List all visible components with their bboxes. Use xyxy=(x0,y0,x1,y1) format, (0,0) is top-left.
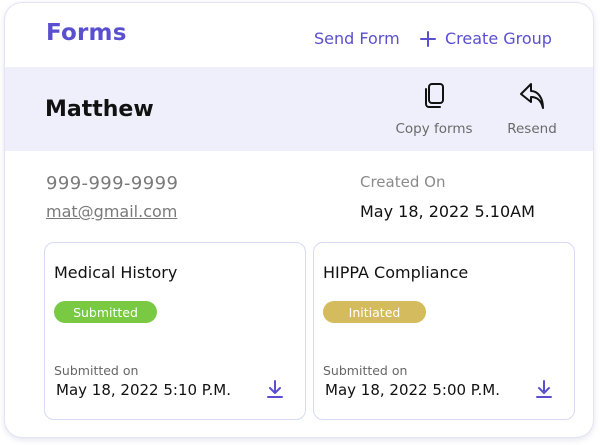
submitted-on-label: Submitted on xyxy=(54,363,139,378)
contact-header: Matthew Copy forms Resend xyxy=(5,67,593,151)
form-title: Medical History xyxy=(54,263,178,282)
status-badge: Initiated xyxy=(323,301,426,323)
copy-forms-button[interactable]: Copy forms xyxy=(389,79,479,137)
forms-card: Forms Send Form Create Group Matthew Cop… xyxy=(4,2,594,438)
top-bar: Forms Send Form Create Group xyxy=(5,3,593,67)
resend-label: Resend xyxy=(507,121,557,137)
contact-name: Matthew xyxy=(45,97,154,122)
form-card-hippa-compliance[interactable]: HIPPA Compliance Initiated Submitted on … xyxy=(313,242,575,420)
created-on-label: Created On xyxy=(360,173,446,191)
download-button[interactable] xyxy=(265,378,285,400)
plus-icon xyxy=(420,30,436,47)
contact-email[interactable]: mat@gmail.com xyxy=(46,202,177,221)
form-card-medical-history[interactable]: Medical History Submitted Submitted on M… xyxy=(44,242,306,420)
submitted-date: May 18, 2022 5:00 P.M. xyxy=(325,381,500,399)
reply-icon xyxy=(520,83,544,109)
send-form-link[interactable]: Send Form xyxy=(314,29,400,48)
download-button[interactable] xyxy=(534,378,554,400)
resend-button[interactable]: Resend xyxy=(487,79,577,137)
create-group-link[interactable]: Create Group xyxy=(420,29,552,48)
status-badge: Submitted xyxy=(54,301,157,323)
download-icon xyxy=(536,380,552,398)
download-icon xyxy=(267,380,283,398)
create-group-label: Create Group xyxy=(445,29,552,48)
contact-phone: 999-999-9999 xyxy=(46,173,179,194)
created-on-value: May 18, 2022 5.10AM xyxy=(360,202,535,221)
copy-forms-label: Copy forms xyxy=(395,121,473,137)
submitted-date: May 18, 2022 5:10 P.M. xyxy=(56,381,231,399)
copy-icon xyxy=(425,83,444,108)
page-title: Forms xyxy=(46,20,127,46)
form-title: HIPPA Compliance xyxy=(323,263,469,282)
submitted-on-label: Submitted on xyxy=(323,363,408,378)
